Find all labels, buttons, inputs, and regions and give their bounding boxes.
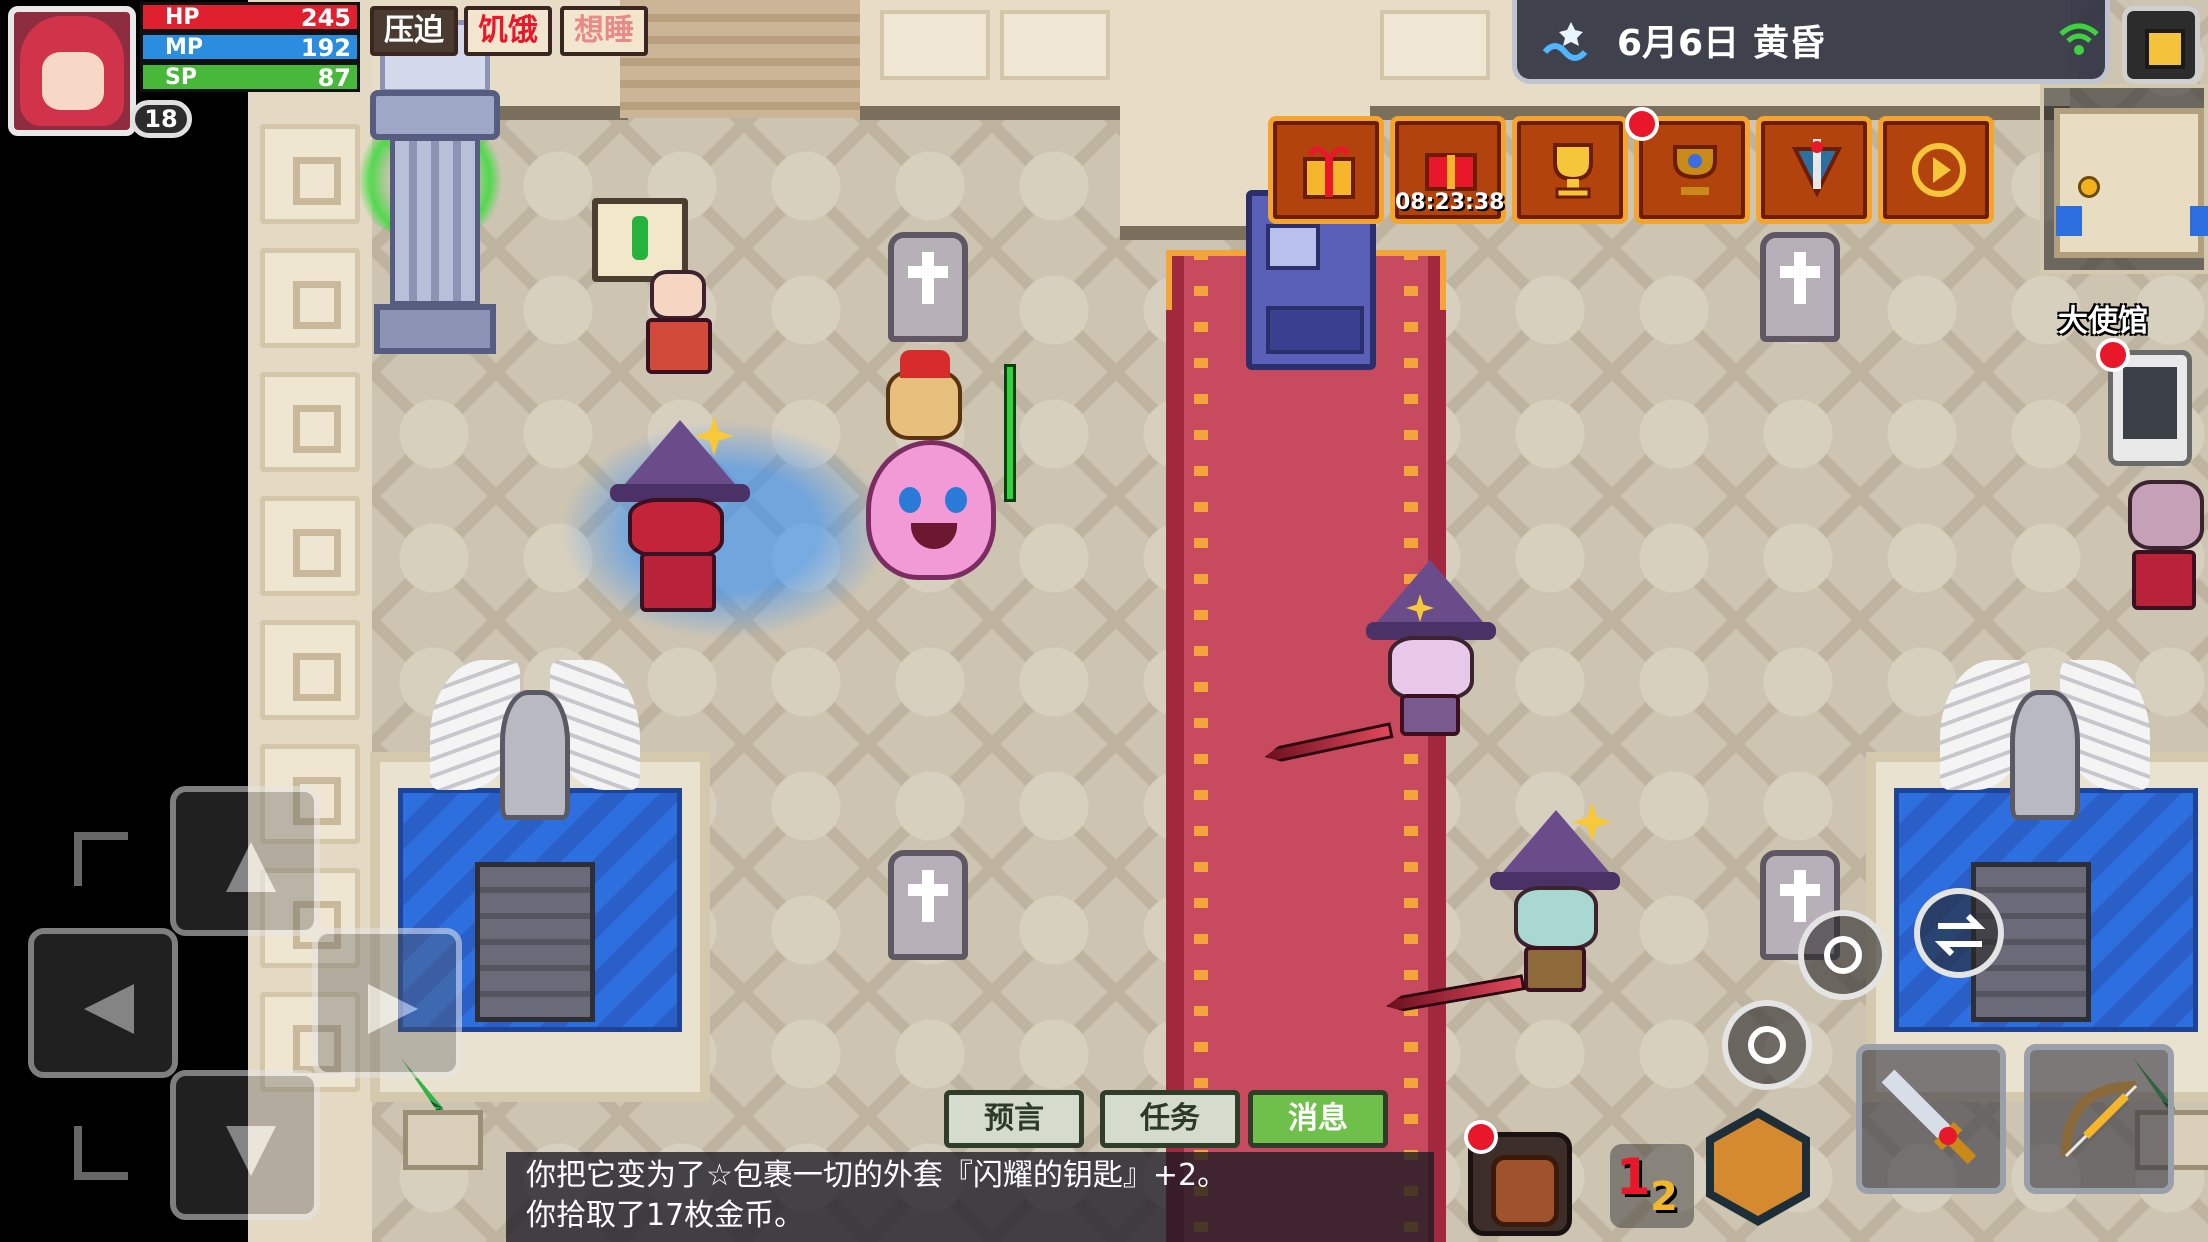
gift-timer: 08:23:38 [1395,190,1505,215]
witch-npc[interactable] [1366,560,1496,740]
dpad-left[interactable] [28,928,178,1078]
player-portrait[interactable] [8,6,136,136]
message-line: 你把它变为了☆包裹一切的外套『闪耀的钥匙』+2。 [526,1158,1228,1193]
stone-pillar [370,20,500,360]
notification-dot [1625,107,1659,141]
time-of-day-label: 黄昏 [1753,23,1826,64]
clown-npc[interactable] [640,270,720,380]
status-oppressed[interactable]: 压迫 [370,6,458,56]
notification-dot [1464,1120,1498,1154]
tombstone-enemy[interactable] [888,850,968,960]
tombstone-enemy[interactable] [1760,232,1840,342]
hotkey-primary: 1 [1616,1148,1651,1206]
mp-value: 192 [300,34,351,62]
sword-icon[interactable] [1856,1044,2006,1194]
stairs [620,0,860,118]
location-label: 大使馆 [2058,304,2148,339]
top-wall-mid [860,0,1120,120]
hp-value: 245 [300,4,351,32]
tab-quests[interactable]: 任务 [1100,1090,1240,1148]
notification-dot [2096,338,2130,372]
date-label: 6月6日 [1617,23,1740,64]
hp-bar: HP 245 [140,2,360,32]
mage-npc[interactable] [1490,802,1620,1000]
cup-icon[interactable] [1625,107,1750,224]
angel-statue-right [1940,660,2150,840]
sword-badge-icon[interactable] [1756,116,1872,224]
level-badge: 18 [130,100,192,138]
message-line: 你拾取了17枚金币。 [526,1198,805,1233]
gift-timer-icon[interactable]: 08:23:38 [1390,116,1506,224]
dpad-right[interactable] [312,928,462,1078]
dpad-up[interactable] [170,786,320,936]
companion-hp-bar [1004,364,1016,502]
hp-label: HP [165,5,200,30]
dpad-corner [74,1126,128,1180]
date-time-bar: 6月6日 黄昏 [1512,0,2110,84]
inspect-icon[interactable] [1798,910,1888,1000]
play-icon[interactable] [1878,116,1994,224]
mp-bar: MP 192 [140,32,360,62]
hotkey-secondary: 2 [1650,1174,1678,1220]
tab-messages[interactable]: 消息 [1248,1090,1388,1148]
tab-prophecy[interactable]: 预言 [944,1090,1084,1148]
swap-icon[interactable] [1914,888,2004,978]
status-sleepy[interactable]: 想睡 [560,6,648,56]
sp-label: SP [165,65,197,90]
wave-icon [1542,22,1588,61]
status-hungry[interactable]: 饥饿 [464,6,552,56]
sp-bar: SP 87 [140,62,360,92]
minimap[interactable] [2040,84,2208,274]
tombstone-enemy[interactable] [888,232,968,342]
sp-value: 87 [317,64,351,92]
player-marker [2078,176,2100,198]
search-icon[interactable] [1722,1000,1812,1090]
dpad-down[interactable] [170,1070,320,1220]
exit-icon[interactable] [2122,6,2200,84]
mp-label: MP [165,35,204,60]
edge-npc[interactable] [2118,480,2208,620]
wifi-icon [2059,23,2099,55]
message-log: 你把它变为了☆包裹一切的外套『闪耀的钥匙』+2。 你拾取了17枚金币。 [506,1152,1434,1242]
spartan-companion[interactable] [880,350,970,450]
trophy-icon[interactable] [1512,116,1628,224]
player-character[interactable] [600,416,760,620]
pink-slime-pet[interactable] [866,440,996,580]
bow-icon[interactable] [2024,1044,2174,1194]
gift-icon[interactable] [1268,116,1384,224]
dpad-corner [74,832,128,886]
hotkey-switch[interactable]: 1 2 [1610,1144,1694,1228]
virtual-dpad[interactable] [28,786,468,1226]
